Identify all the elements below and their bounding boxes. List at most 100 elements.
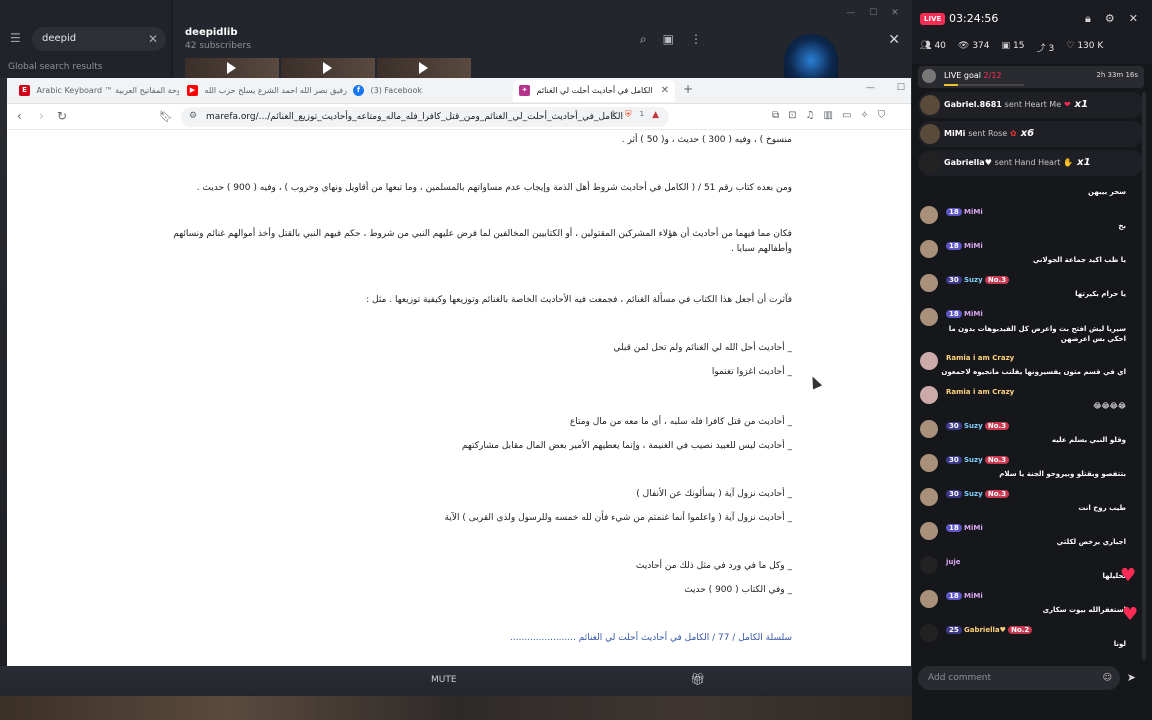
share-icon: ⤴ (1036, 44, 1046, 54)
stat-value: 40 (934, 41, 946, 51)
extension-icon[interactable]: ⧉ (772, 110, 779, 121)
live-header: LIVE 03:24:56 🔒︎ ⚙︎ ✕ 👥︎ 40 👁︎ 374 ▣ 15 ⤴ 3 … (912, 0, 1152, 64)
level-badge: 30 (946, 276, 962, 284)
telegram-sidebar: ☰ deepid ✕ Global search results (0, 0, 172, 78)
search-input[interactable]: deepid ✕ (32, 27, 166, 51)
search-icon[interactable]: ⌕ (640, 32, 647, 47)
comment-user[interactable]: MiMi (964, 242, 983, 250)
favicon-icon: E (19, 85, 30, 96)
viewers-stat: 👥︎ 40 (920, 41, 946, 54)
chat-comment: Ramia i am Crazy 😂😂😂😂 (918, 386, 1132, 416)
vpn-icon[interactable]: ⛉ (878, 110, 886, 121)
share-icon[interactable]: ⇪ (609, 110, 617, 120)
article-line: _ وفي الكتاب ( 900 ) حديث (684, 585, 792, 595)
close-icon[interactable]: ✕ (1129, 12, 1138, 26)
tab-label: الكامل في أحاديث أحلت لي الغنائم (536, 86, 653, 95)
facebook-icon: f (353, 85, 364, 96)
close-window-icon[interactable]: ✕ (891, 8, 899, 18)
menu-icon[interactable]: ☰ (10, 32, 24, 44)
chat-comment: 18 MiMi اجباري يرخص لكلثي (918, 522, 1132, 552)
live-goal[interactable]: LIVE goal 2/12 2h 33m 16s (918, 66, 1144, 88)
series-link[interactable]: سلسلة الكامل / 77 / الكامل في أحاديث أحل… (510, 633, 792, 643)
wallet-icon[interactable]: ▭ (842, 110, 851, 121)
emoji-icon[interactable]: ☺ (1103, 666, 1112, 690)
comment-user[interactable]: MiMi (964, 592, 983, 600)
chat-scrollbar[interactable] (1142, 92, 1146, 660)
leo-icon[interactable]: ✧ (860, 110, 868, 121)
rose-gift-icon: ✿ (1010, 129, 1017, 138)
comment-text: لونا (1113, 640, 1126, 648)
play-icon (227, 62, 236, 74)
comment-user[interactable]: Suzy (964, 276, 983, 284)
tab-facebook[interactable]: f (3) Facebook (347, 80, 513, 102)
tab-arabic-keyboard[interactable]: E Arabic Keyboard ™ لوحة المفاتيح العربي… (13, 80, 179, 102)
send-icon[interactable]: ➤ (1127, 671, 1136, 684)
minimize-icon[interactable]: — (866, 83, 875, 93)
video-thumbnail[interactable] (185, 58, 279, 78)
live-timer: 03:24:56 (949, 12, 999, 25)
comment-user[interactable]: Gabriella♥ (964, 626, 1006, 634)
tab-marefa[interactable]: ✦ الكامل في أحاديث أحلت لي الغنائم ✕ (513, 80, 675, 102)
clear-search-icon[interactable]: ✕ (148, 27, 158, 51)
video-thumbnail[interactable] (377, 58, 471, 78)
chat-comment: 30 Suzy No.3 بتتفصو وبقتلو وبيروحو الجنة… (918, 454, 1132, 484)
comment-user[interactable]: MiMi (964, 208, 983, 216)
minimize-icon[interactable]: — (846, 8, 855, 18)
sidebar-icon[interactable]: ▥ (824, 110, 833, 121)
comment-user[interactable]: MiMi (964, 310, 983, 318)
channel-avatar[interactable] (784, 34, 838, 78)
article-line: ومن بعده كتاب رقم 51 / ( الكامل في أحادي… (196, 183, 792, 193)
back-icon[interactable]: ‹ (17, 109, 22, 123)
comment-user[interactable]: juje (946, 558, 961, 566)
maximize-icon[interactable]: ☐ (869, 8, 877, 18)
chat-comment: 30 Suzy No.3 يا حرام بكيرتها (918, 274, 1132, 304)
reload-icon[interactable]: ↻ (57, 109, 67, 123)
chat-title[interactable]: deepidlib (185, 27, 237, 38)
comment-user[interactable]: Suzy (964, 422, 983, 430)
new-tab-button[interactable]: + (683, 82, 693, 96)
tab-youtube[interactable]: ▶ رفيق نصر الله احمد الشرع يسلح حزب الله (181, 80, 347, 102)
telegram-chat-header: deepidlib 42 subscribers ⌕ ▣ ⋮ (174, 0, 712, 78)
bookmark-icon[interactable]: 🔖︎ (159, 110, 173, 123)
tab-label: (3) Facebook (370, 86, 423, 95)
article-line: منسوخ ) ، وفيه ( 300 ) حديث ، و( 50 ) أث… (621, 135, 792, 145)
restore-icon[interactable]: ☐ (897, 83, 905, 93)
close-icon[interactable]: ✕ (888, 32, 900, 48)
background-strip (0, 696, 912, 720)
rank-badge: No.2 (1008, 626, 1033, 634)
mute-button[interactable]: MUTE (431, 675, 457, 685)
forward-icon[interactable]: › (39, 109, 44, 123)
settings-icon[interactable]: ⚙︎ (1105, 12, 1115, 26)
sidebar-toggle-icon[interactable]: ▣ (663, 32, 674, 47)
gift-icon[interactable]: 🎁︎ (690, 672, 705, 686)
comment-user[interactable]: Ramia i am Crazy (946, 354, 1014, 362)
video-thumbnail[interactable] (281, 58, 375, 78)
gift-multiplier: x6 (1020, 128, 1035, 139)
brave-shield-icon[interactable]: ⛨ (625, 110, 632, 120)
hand-heart-gift-icon: ✋ (1063, 158, 1074, 167)
article-line: _ أحاديث أحل الله لي الغنائم ولم تحل لمن… (613, 343, 792, 353)
site-info-icon[interactable]: ⚙︎ (189, 111, 197, 121)
comment-user[interactable]: Suzy (964, 490, 983, 498)
comment-user[interactable]: Suzy (964, 456, 983, 464)
browser-toolbar: ‹ › ↻ 🔖︎ ⚙︎ marefa.org/.../الكامل_في_أحا… (7, 104, 911, 130)
address-bar[interactable]: ⚙︎ marefa.org/.../الكامل_في_أحاديث_أحلت_… (181, 107, 669, 127)
lock-icon[interactable]: 🔒︎ (1085, 12, 1091, 26)
comment-text: يا ظب اكيد جماعة الجولاني (1032, 256, 1126, 264)
level-badge: 18 (946, 524, 962, 532)
goal-progress-bar (944, 84, 1024, 86)
media-icon[interactable]: ♫ (806, 110, 815, 121)
live-badge: LIVE (920, 13, 946, 25)
live-panel: LIVE 03:24:56 🔒︎ ⚙︎ ✕ 👥︎ 40 👁︎ 374 ▣ 15 ⤴ 3 … (912, 0, 1152, 720)
comment-user[interactable]: Ramia i am Crazy (946, 388, 1014, 396)
screenshot-icon[interactable]: ⊡ (788, 110, 796, 121)
more-icon[interactable]: ⋮ (690, 32, 702, 47)
comment-input[interactable]: Add comment ☺ (918, 666, 1120, 690)
rewards-icon[interactable]: ▲ (652, 110, 659, 120)
close-tab-icon[interactable]: ✕ (661, 80, 669, 102)
comment-user[interactable]: MiMi (964, 524, 983, 532)
browser-window: E Arabic Keyboard ™ لوحة المفاتيح العربي… (7, 78, 911, 666)
likes-stat: ♡ 130 K (1066, 41, 1103, 54)
avatar (920, 352, 938, 370)
comment-text: سحر بيبهن (1088, 188, 1126, 196)
